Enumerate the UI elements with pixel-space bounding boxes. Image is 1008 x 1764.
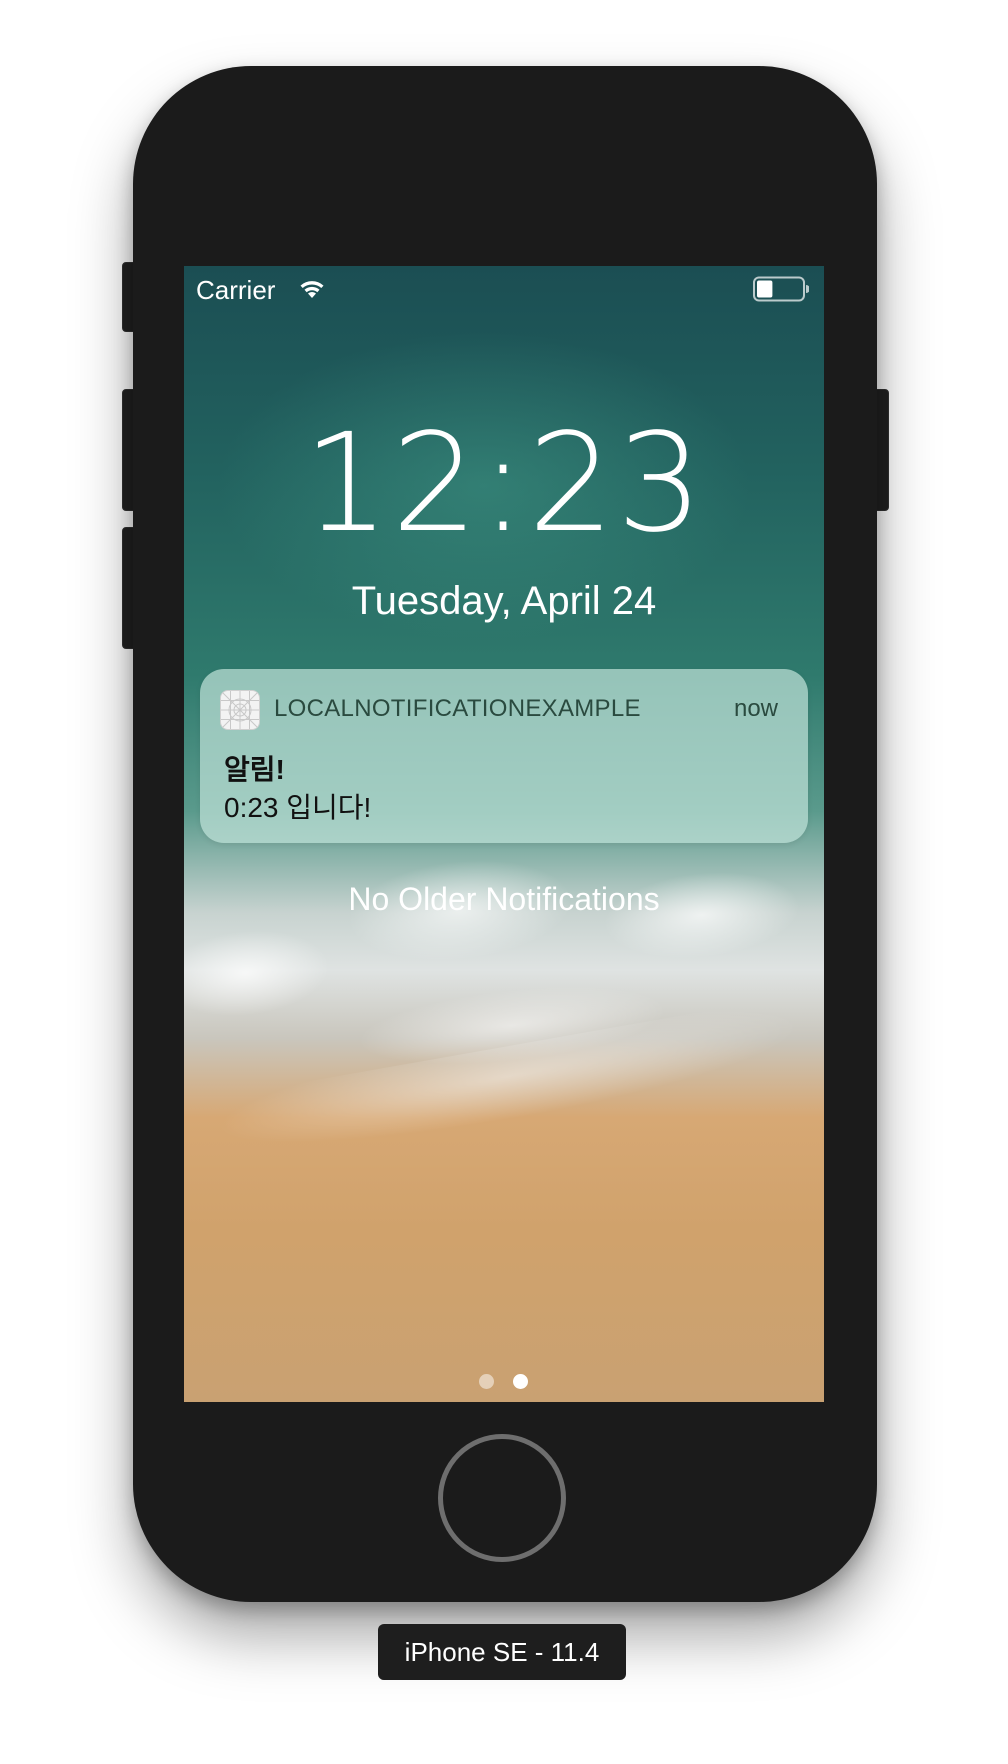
notification-body: 0:23 입니다! — [224, 792, 372, 823]
carrier-label: Carrier — [196, 275, 276, 305]
device-label: iPhone SE - 11.4 — [378, 1624, 626, 1680]
wifi-icon — [300, 281, 324, 298]
notification-app-name: LOCALNOTIFICATIONEXAMPLE — [274, 695, 641, 722]
lock-screen[interactable]: Carrier 12:23 Tuesday, April 24 LOCALNOT… — [184, 266, 824, 1402]
no-older-notifications-label: No Older Notifications — [348, 881, 660, 917]
page-indicator[interactable] — [184, 1374, 824, 1394]
status-bar: Carrier — [184, 266, 824, 310]
simulator-stage: Carrier 12:23 Tuesday, April 24 LOCALNOT… — [0, 0, 1008, 1764]
notification-title: 알림! — [224, 754, 285, 785]
lock-screen-date: Tuesday, April 24 — [351, 579, 657, 623]
notification-time: now — [733, 695, 778, 722]
lock-screen-time: 12:23 — [303, 405, 705, 563]
home-button[interactable] — [438, 1434, 566, 1562]
app-grid-icon — [220, 690, 260, 730]
battery-icon — [753, 276, 809, 302]
page-dot-2[interactable] — [513, 1374, 528, 1389]
page-dot-1[interactable] — [479, 1374, 494, 1389]
notification-card[interactable]: LOCALNOTIFICATIONEXAMPLE now 알림! 0:23 입니… — [200, 669, 808, 843]
